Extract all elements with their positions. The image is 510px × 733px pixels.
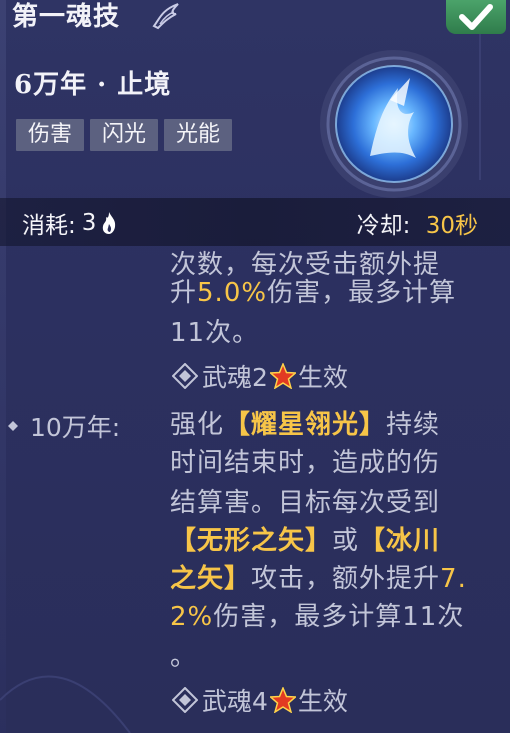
tag-list: 伤害 闪光 光能 xyxy=(16,119,233,151)
tier-label: 10万年: xyxy=(8,408,120,444)
effect-text: 武魂2 xyxy=(202,363,268,392)
tier-label-text: 10万年: xyxy=(30,413,121,442)
star-icon xyxy=(269,687,296,713)
description-line: 时间结束时，造成的伤 xyxy=(170,442,440,479)
cooldown-value: 30秒 xyxy=(425,213,478,239)
skill-keyword: 【冰川 xyxy=(359,526,441,556)
description-text: 伤害，最多计算 xyxy=(267,278,457,308)
bonus-value: 7. xyxy=(440,564,467,594)
effect-text: 生效 xyxy=(297,363,348,392)
skill-keyword: 【无形之矢】 xyxy=(170,526,333,556)
cost-label: 消耗: xyxy=(22,213,76,239)
skill-orb-icon xyxy=(320,50,468,198)
description-text: 或 xyxy=(332,526,360,556)
confirm-button[interactable] xyxy=(446,0,506,34)
description-text: 。 xyxy=(170,642,198,672)
check-icon xyxy=(459,4,493,30)
diamond-icon xyxy=(172,363,198,389)
skill-keyword: 【耀星翎光】 xyxy=(224,410,387,440)
bullet-icon xyxy=(8,421,18,431)
bonus-value: 5.0% xyxy=(197,278,268,308)
skill-keyword: 之矢】 xyxy=(170,564,252,594)
description-line: 11次。 xyxy=(170,312,259,349)
description-line: 结算害。目标每次受到 xyxy=(170,482,440,519)
star-icon xyxy=(269,363,296,389)
skill-title: 第一魂技 xyxy=(12,2,121,32)
tag-flash: 闪光 xyxy=(90,119,159,151)
description-line: 强化【耀星翎光】持续 xyxy=(170,404,440,441)
description-line: 之矢】攻击，额外提升7. xyxy=(170,558,467,595)
diamond-icon xyxy=(172,687,198,713)
effect-condition: 武魂2 生效 xyxy=(172,358,348,394)
cost-value: 3 xyxy=(81,210,97,236)
description-text: 强化 xyxy=(170,410,225,440)
description-text: 攻击，额外提升 xyxy=(251,564,441,594)
bonus-value: 2% xyxy=(170,602,214,632)
description-line: 升5.0%伤害，最多计算 xyxy=(170,272,456,309)
skill-subtitle: 6万年 · 止境 xyxy=(14,70,172,100)
tag-damage: 伤害 xyxy=(16,119,85,151)
effect-condition: 武魂4 生效 xyxy=(172,682,348,718)
skill-panel: 第一魂技 6万年 · 止境 伤害 闪光 光能 消耗: 3 冷却: 30秒 次数，… xyxy=(0,0,510,733)
description-text: 11次。 xyxy=(170,318,260,348)
description-text: 结算害。目标每次受到 xyxy=(170,488,441,518)
cooldown-stat: 冷却: 30秒 xyxy=(357,206,478,240)
cost-stat: 消耗: 3 xyxy=(22,206,118,240)
description-text: 持续 xyxy=(386,410,441,440)
description-text: 时间结束时，造成的伤 xyxy=(170,448,441,478)
description-line: 【无形之矢】或【冰川 xyxy=(170,520,440,557)
description-line: 。 xyxy=(170,636,197,673)
description-text: 伤害，最多计算11次 xyxy=(213,602,465,632)
description-line: 2%伤害，最多计算11次 xyxy=(170,596,464,633)
effect-text: 武魂4 xyxy=(202,687,268,716)
cooldown-label: 冷却: xyxy=(356,213,411,239)
description-text: 升 xyxy=(170,278,198,308)
tag-light-energy: 光能 xyxy=(164,119,233,151)
flame-icon xyxy=(103,212,116,234)
wing-icon xyxy=(152,3,179,30)
effect-text: 生效 xyxy=(297,687,348,716)
